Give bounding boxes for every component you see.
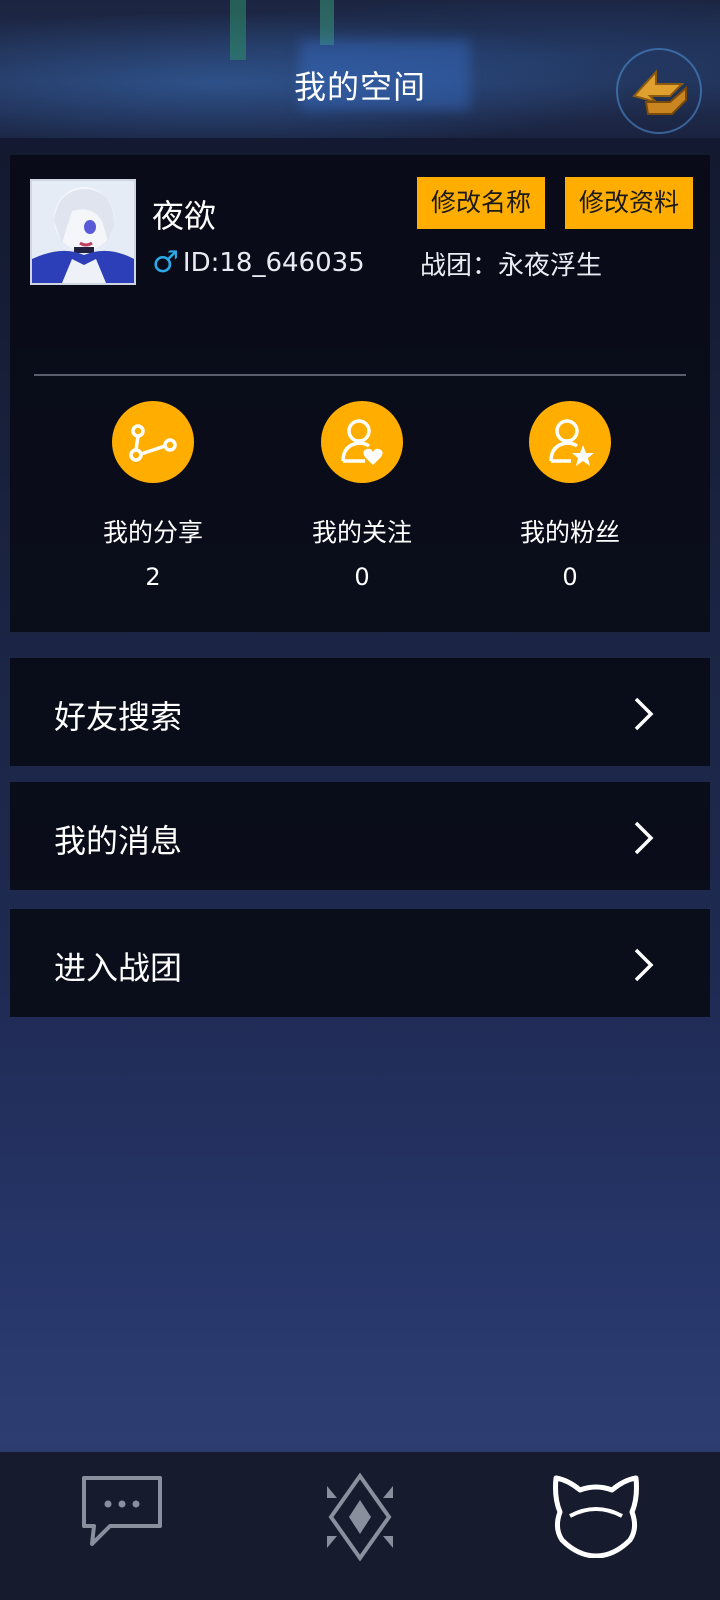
stat-label: 我的关注	[311, 518, 412, 547]
header: 我的空间	[0, 0, 720, 138]
nav-me[interactable]	[550, 1472, 642, 1562]
nickname: 夜欲	[152, 197, 217, 235]
stat-count: 2	[145, 563, 161, 591]
user-id: ID:18_646035	[182, 247, 365, 278]
nav-chat[interactable]	[80, 1472, 166, 1556]
stat-count: 0	[354, 563, 370, 591]
profile-card: 夜欲 ♂ ID:18_646035 修改名称 修改资料 战团：永夜浮生 我的分享…	[10, 155, 710, 632]
stat-my-shares[interactable]: 我的分享 2	[73, 401, 233, 591]
cat-head-icon	[553, 1475, 639, 1559]
stat-my-follows[interactable]: 我的关注 0	[282, 401, 442, 591]
male-icon: ♂	[152, 245, 179, 280]
stat-label: 我的粉丝	[519, 518, 620, 547]
nav-center[interactable]	[325, 1472, 395, 1566]
avatar-image	[32, 181, 134, 283]
page-title: 我的空间	[293, 68, 426, 106]
header-background-light	[320, 0, 334, 45]
header-background-light	[230, 0, 246, 60]
stat-count: 0	[562, 563, 578, 591]
menu-label: 我的消息	[54, 822, 183, 860]
avatar[interactable]	[30, 179, 136, 285]
divider	[34, 374, 686, 376]
chevron-right-icon	[634, 948, 654, 982]
chevron-right-icon	[634, 821, 654, 855]
team-name[interactable]: 战团：永夜浮生	[420, 245, 602, 282]
rename-button[interactable]: 修改名称	[417, 177, 545, 229]
edit-profile-button[interactable]: 修改资料	[565, 177, 693, 229]
back-arrow-icon	[632, 69, 687, 115]
stat-my-fans[interactable]: 我的粉丝 0	[490, 401, 650, 591]
share-icon	[112, 401, 194, 483]
heart-user-icon	[321, 401, 403, 483]
stat-label: 我的分享	[102, 518, 203, 547]
menu-enter-team[interactable]: 进入战团	[10, 909, 710, 1017]
menu-friend-search[interactable]: 好友搜索	[10, 658, 710, 766]
chat-icon	[82, 1476, 162, 1546]
chevron-right-icon	[634, 697, 654, 731]
diamond-icon	[327, 1472, 393, 1562]
bottom-nav	[0, 1452, 720, 1600]
menu-label: 好友搜索	[54, 698, 183, 736]
user-id-row: ♂ ID:18_646035	[152, 245, 365, 280]
menu-my-messages[interactable]: 我的消息	[10, 782, 710, 890]
back-button[interactable]	[616, 48, 702, 134]
star-user-icon	[529, 401, 611, 483]
menu-label: 进入战团	[54, 949, 183, 987]
